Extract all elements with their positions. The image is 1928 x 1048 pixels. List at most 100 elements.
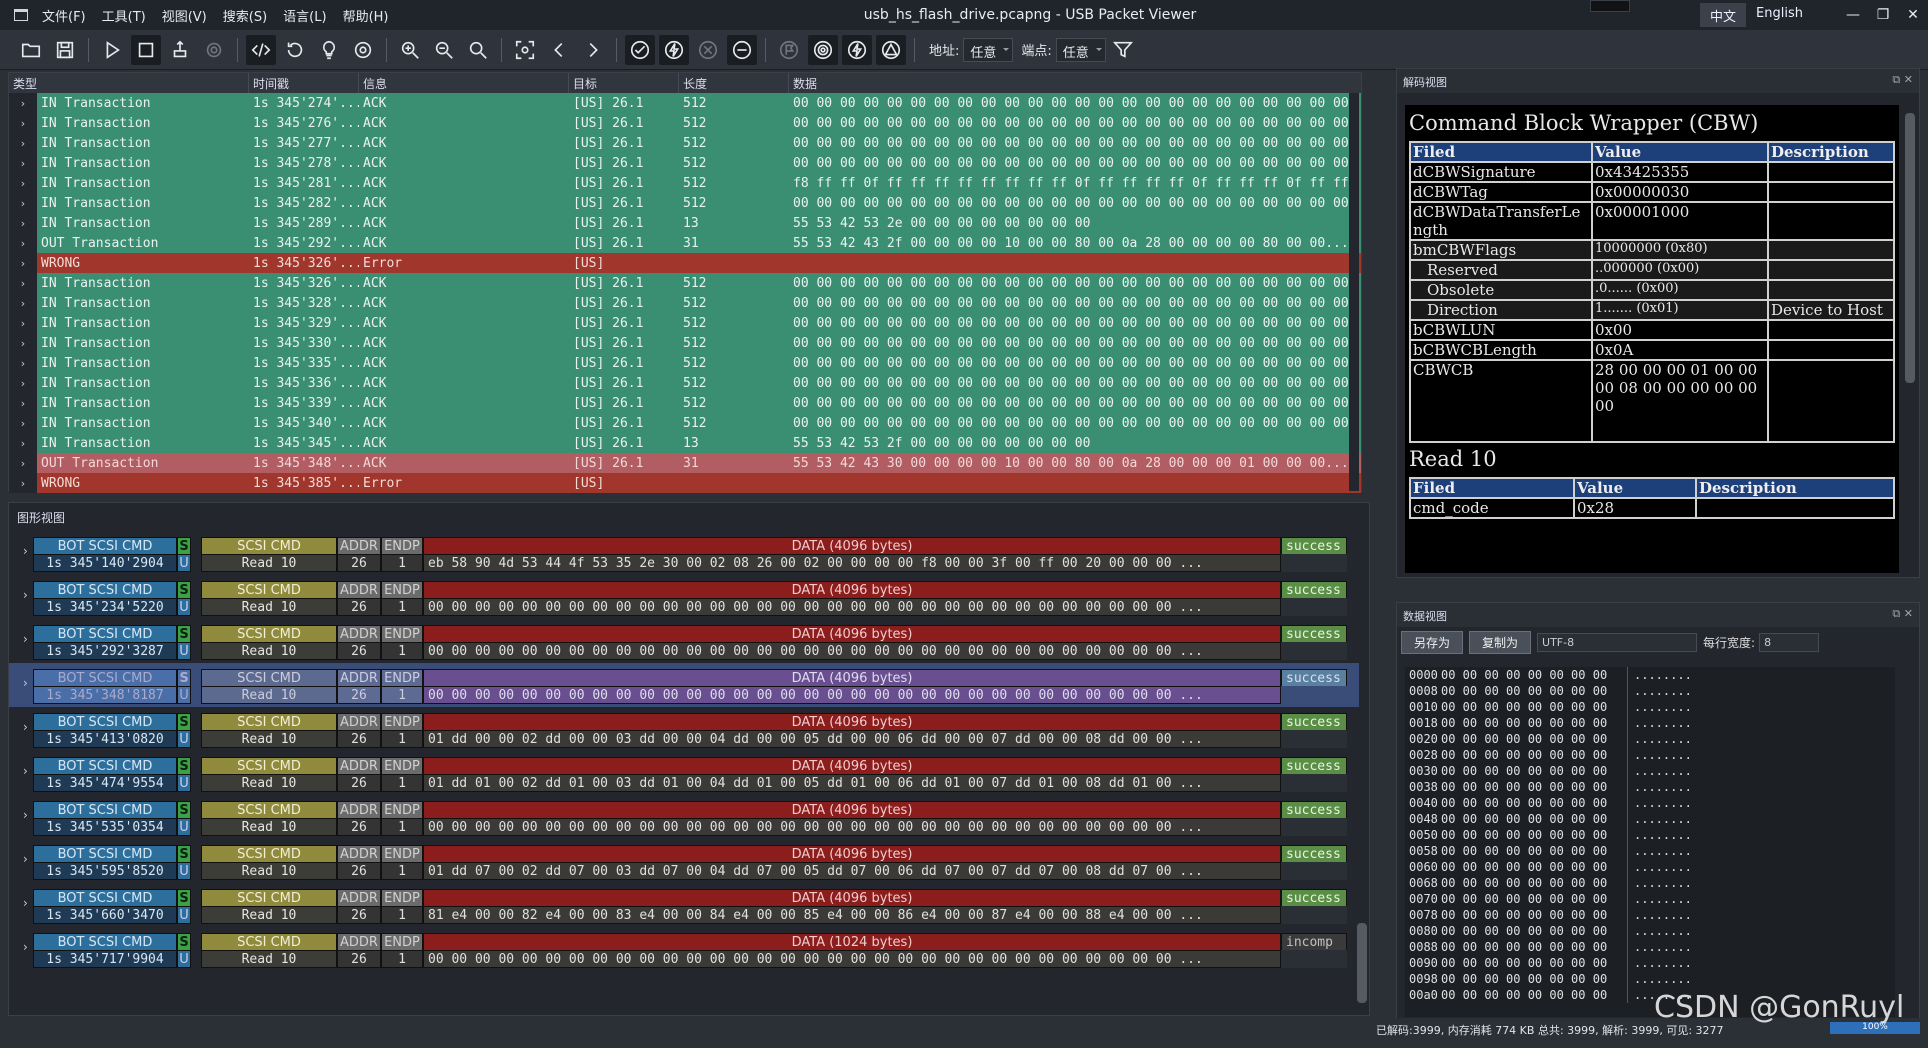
width-select[interactable]: 8 bbox=[1759, 632, 1820, 652]
copy-as-button[interactable]: 复制为 bbox=[1469, 630, 1532, 654]
expand-chevron-icon[interactable]: › bbox=[9, 293, 37, 313]
open-folder-icon[interactable] bbox=[16, 35, 46, 65]
gear-icon[interactable] bbox=[348, 35, 378, 65]
graph-row[interactable]: › BOT SCSI CMD S 1s 345'140'2904 U SCSI CMD Re… bbox=[9, 531, 1359, 575]
expand-chevron-icon[interactable]: › bbox=[23, 632, 28, 646]
packet-row[interactable]: › IN Transaction 1s 345'336'... ACK [US] 26.… bbox=[9, 373, 1361, 393]
expand-chevron-icon[interactable]: › bbox=[9, 133, 37, 153]
focus-view-icon[interactable] bbox=[510, 35, 540, 65]
expand-chevron-icon[interactable]: › bbox=[23, 940, 28, 954]
packet-row[interactable]: › IN Transaction 1s 345'277'... ACK [US] 26.… bbox=[9, 133, 1361, 153]
expand-chevron-icon[interactable]: › bbox=[23, 896, 28, 910]
usb-device-icon[interactable] bbox=[165, 35, 195, 65]
hex-view[interactable]: 0000 00 00 00 00 00 00 00 00........ 0008 0… bbox=[1405, 667, 1895, 1017]
expand-chevron-icon[interactable]: › bbox=[9, 333, 37, 353]
minimize-button[interactable]: — bbox=[1838, 0, 1868, 30]
encoding-select[interactable]: UTF-8 bbox=[1537, 632, 1698, 652]
graph-row[interactable]: › BOT SCSI CMD S 1s 345'595'8520 U SCSI CMD Re… bbox=[9, 839, 1359, 883]
panel-float-close-icons-2[interactable]: ⧉ ✕ bbox=[1892, 607, 1913, 621]
expand-chevron-icon[interactable]: › bbox=[9, 153, 37, 173]
check-filter-icon[interactable] bbox=[625, 34, 655, 65]
packet-row[interactable]: › IN Transaction 1s 345'339'... ACK [US] 26.… bbox=[9, 393, 1361, 413]
expand-chevron-icon[interactable]: › bbox=[9, 373, 37, 393]
expand-chevron-icon[interactable]: › bbox=[9, 173, 37, 193]
packet-row[interactable]: › IN Transaction 1s 345'340'... ACK [US] 26.… bbox=[9, 413, 1361, 433]
menu-search[interactable]: 搜索(S) bbox=[215, 6, 275, 25]
code-icon[interactable] bbox=[246, 34, 276, 65]
chevron-left-icon[interactable] bbox=[544, 35, 574, 65]
expand-chevron-icon[interactable]: › bbox=[9, 473, 37, 493]
expand-chevron-icon[interactable]: › bbox=[23, 808, 28, 822]
expand-chevron-icon[interactable]: › bbox=[9, 393, 37, 413]
address-select[interactable]: 任意 bbox=[963, 37, 1014, 62]
zoom-out-icon[interactable] bbox=[429, 35, 459, 65]
expand-chevron-icon[interactable]: › bbox=[9, 253, 37, 273]
packet-row[interactable]: › WRONG 1s 345'326'... Error [US] bbox=[9, 253, 1361, 273]
packet-row[interactable]: › WRONG 1s 345'385'... Error [US] bbox=[9, 473, 1361, 493]
expand-chevron-icon[interactable]: › bbox=[23, 852, 28, 866]
graph-row[interactable]: › BOT SCSI CMD S 1s 345'348'8187 U SCSI CMD Re… bbox=[9, 663, 1359, 707]
packet-row[interactable]: › IN Transaction 1s 345'274'... ACK [US] 26.… bbox=[9, 93, 1361, 113]
cancel-filter-icon[interactable] bbox=[693, 35, 723, 65]
expand-chevron-icon[interactable]: › bbox=[9, 213, 37, 233]
col-length[interactable]: 长度 bbox=[679, 73, 789, 93]
minus-filter-icon[interactable] bbox=[727, 34, 757, 65]
menu-tools[interactable]: 工具(T) bbox=[94, 6, 154, 25]
graph-row[interactable]: › BOT SCSI CMD S 1s 345'413'0820 U SCSI CMD Re… bbox=[9, 707, 1359, 751]
packet-row[interactable]: › IN Transaction 1s 345'330'... ACK [US] 26.… bbox=[9, 333, 1361, 353]
decode-scrollbar[interactable] bbox=[1905, 113, 1915, 383]
packet-row[interactable]: › IN Transaction 1s 345'278'... ACK [US] 26.… bbox=[9, 153, 1361, 173]
expand-chevron-icon[interactable]: › bbox=[9, 313, 37, 333]
restore-button[interactable]: ❐ bbox=[1868, 0, 1898, 30]
graph-row[interactable]: › BOT SCSI CMD S 1s 345'474'9554 U SCSI CMD Re… bbox=[9, 751, 1359, 795]
expand-chevron-icon[interactable]: › bbox=[9, 93, 37, 113]
expand-chevron-icon[interactable]: › bbox=[9, 193, 37, 213]
packet-row[interactable]: › IN Transaction 1s 345'281'... ACK [US] 26.… bbox=[9, 173, 1361, 193]
lang-english-button[interactable]: English bbox=[1746, 3, 1813, 27]
expand-chevron-icon[interactable]: › bbox=[9, 413, 37, 433]
menu-help[interactable]: 帮助(H) bbox=[335, 6, 397, 25]
search-icon[interactable] bbox=[463, 35, 493, 65]
panel-float-close-icons[interactable]: ⧉ ✕ bbox=[1892, 73, 1913, 87]
expand-chevron-icon[interactable]: › bbox=[23, 544, 28, 558]
graph-row[interactable]: › BOT SCSI CMD S 1s 345'292'3287 U SCSI CMD Re… bbox=[9, 619, 1359, 663]
close-button[interactable]: ✕ bbox=[1898, 0, 1928, 30]
packet-row[interactable]: › OUT Transaction 1s 345'292'... ACK [US] 26… bbox=[9, 233, 1361, 253]
menu-language[interactable]: 语言(L) bbox=[275, 6, 334, 25]
packet-row[interactable]: › IN Transaction 1s 345'329'... ACK [US] 26.… bbox=[9, 313, 1361, 333]
expand-chevron-icon[interactable]: › bbox=[23, 676, 28, 690]
chevron-right-icon[interactable] bbox=[578, 35, 608, 65]
col-timestamp[interactable]: 时间戳 bbox=[249, 73, 359, 93]
record-icon[interactable] bbox=[199, 35, 229, 65]
bolt-filter-icon[interactable] bbox=[659, 34, 689, 65]
menu-file[interactable]: 文件(F) bbox=[34, 6, 94, 25]
packet-row[interactable]: › IN Transaction 1s 345'335'... ACK [US] 26.… bbox=[9, 353, 1361, 373]
graph-row[interactable]: › BOT SCSI CMD S 1s 345'535'0354 U SCSI CMD Re… bbox=[9, 795, 1359, 839]
expand-chevron-icon[interactable]: › bbox=[9, 453, 37, 473]
packet-row[interactable]: › IN Transaction 1s 345'276'... ACK [US] 26.… bbox=[9, 113, 1361, 133]
graph-row[interactable]: › BOT SCSI CMD S 1s 345'717'9904 U SCSI CMD Re… bbox=[9, 927, 1359, 971]
power-filter-icon[interactable] bbox=[842, 34, 872, 65]
expand-chevron-icon[interactable]: › bbox=[9, 113, 37, 133]
packet-row[interactable]: › IN Transaction 1s 345'345'... ACK [US] 26.… bbox=[9, 433, 1361, 453]
col-type[interactable]: 类型 bbox=[9, 73, 249, 93]
graph-row[interactable]: › BOT SCSI CMD S 1s 345'234'5220 U SCSI CMD Re… bbox=[9, 575, 1359, 619]
packet-scrollbar[interactable] bbox=[1349, 93, 1359, 491]
graph-row[interactable]: › BOT SCSI CMD S 1s 345'660'3470 U SCSI CMD Re… bbox=[9, 883, 1359, 927]
refresh-icon[interactable] bbox=[280, 35, 310, 65]
expand-chevron-icon[interactable]: › bbox=[23, 720, 28, 734]
hex-scrollbar[interactable] bbox=[1905, 667, 1915, 1007]
endpoint-select[interactable]: 任意 bbox=[1055, 37, 1106, 62]
packet-row[interactable]: › IN Transaction 1s 345'282'... ACK [US] 26.… bbox=[9, 193, 1361, 213]
expand-chevron-icon[interactable]: › bbox=[9, 433, 37, 453]
col-info[interactable]: 信息 bbox=[359, 73, 569, 93]
expand-chevron-icon[interactable]: › bbox=[9, 273, 37, 293]
packet-row[interactable]: › IN Transaction 1s 345'328'... ACK [US] 26.… bbox=[9, 293, 1361, 313]
lang-chinese-button[interactable]: 中文 bbox=[1700, 3, 1747, 27]
menu-view[interactable]: 视图(V) bbox=[154, 6, 215, 25]
save-as-button[interactable]: 另存为 bbox=[1401, 630, 1464, 654]
expand-chevron-icon[interactable]: › bbox=[23, 764, 28, 778]
zoom-in-icon[interactable] bbox=[395, 35, 425, 65]
stop-icon[interactable] bbox=[131, 34, 161, 65]
lightbulb-icon[interactable] bbox=[314, 35, 344, 65]
